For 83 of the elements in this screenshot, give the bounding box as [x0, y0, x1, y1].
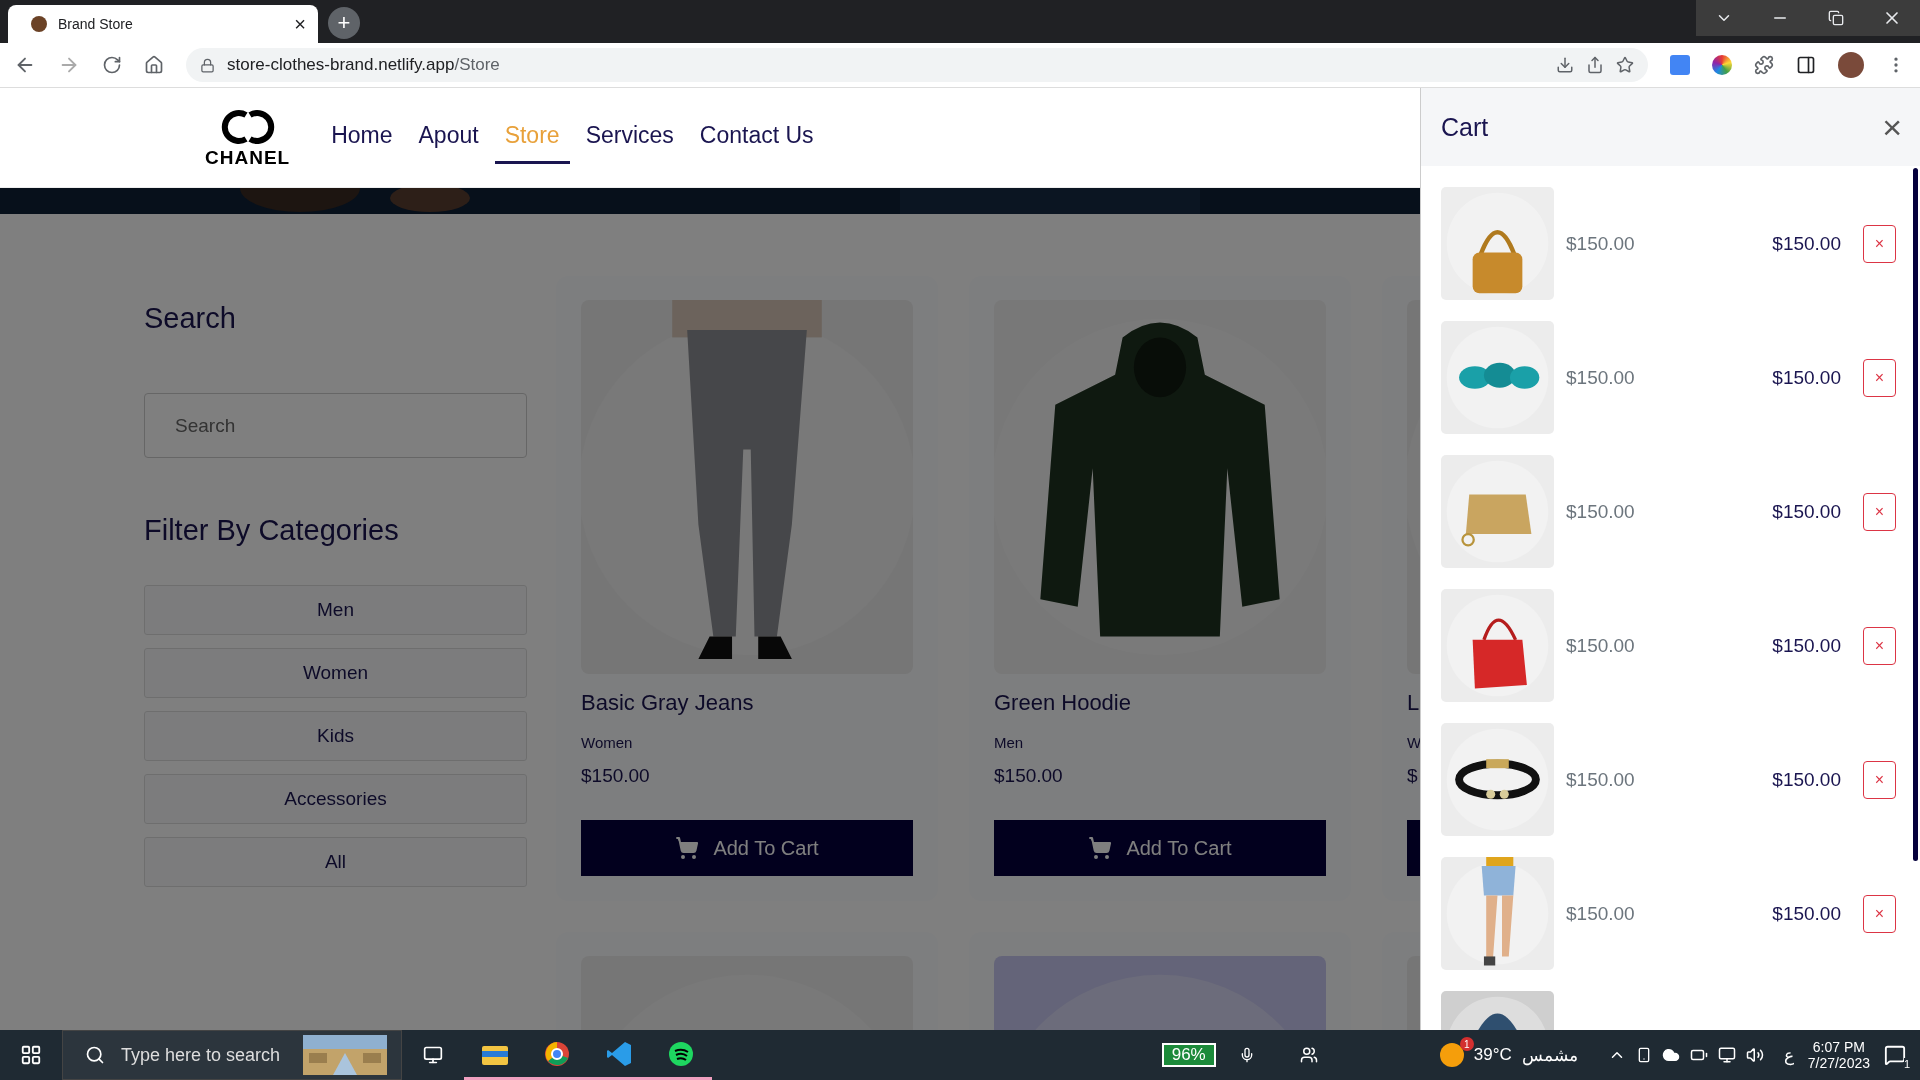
network-icon[interactable] — [1717, 1046, 1736, 1064]
cart-icon — [1088, 836, 1113, 860]
nav-link[interactable]: Home — [321, 111, 403, 164]
weather-text: مشمس — [1521, 1044, 1578, 1066]
search-icon — [85, 1045, 105, 1065]
logo-text: CHANEL — [205, 146, 291, 169]
item-price: $150.00 — [1566, 232, 1636, 255]
item-price: $150.00 — [1566, 768, 1636, 791]
extensions-icon[interactable] — [1754, 55, 1774, 75]
install-icon[interactable] — [1556, 56, 1574, 74]
remove-button[interactable]: × — [1863, 760, 1896, 799]
color-wheel-extension-icon[interactable] — [1712, 55, 1732, 75]
battery-indicator: 96% — [1161, 1043, 1216, 1067]
remove-button[interactable]: × — [1863, 894, 1896, 933]
item-total: $150.00 — [1772, 768, 1841, 791]
add-to-cart-button[interactable]: Add To Cart — [581, 820, 913, 876]
browser-tab[interactable]: Brand Store × — [8, 5, 318, 43]
music-app-icon[interactable] — [668, 1040, 694, 1067]
scrollbar[interactable] — [1913, 168, 1918, 861]
item-total: $150.00 — [1772, 634, 1841, 657]
product-price: $150.00 — [581, 765, 651, 787]
new-tab-button[interactable]: + — [328, 7, 360, 39]
chrome-icon[interactable] — [544, 1040, 570, 1067]
volume-icon[interactable] — [1745, 1046, 1764, 1064]
people-icon[interactable] — [1299, 1046, 1318, 1064]
restore-icon[interactable] — [1828, 10, 1844, 26]
weather-sun-icon[interactable] — [1439, 1043, 1464, 1067]
code-editor-icon[interactable] — [606, 1040, 632, 1067]
clock[interactable]: 6:07 PM 7/27/2023 — [1807, 1039, 1870, 1071]
cart-title: Cart — [1441, 112, 1489, 142]
bookmark-star-icon[interactable] — [1616, 56, 1634, 74]
windows-start-icon[interactable] — [20, 1044, 42, 1066]
product-title: L — [1407, 690, 1420, 716]
category-button[interactable]: Men — [144, 585, 527, 635]
category-button[interactable]: All — [144, 837, 527, 887]
url-text: store-clothes-brand.netlify.app/Store — [227, 55, 501, 75]
cart-icon — [675, 836, 700, 860]
tab-close-button[interactable]: × — [294, 12, 306, 36]
product-category: Men — [994, 734, 1025, 751]
product-price: $ — [1407, 765, 1419, 787]
product-title: Green Hoodie — [994, 690, 1132, 716]
remove-button[interactable]: × — [1863, 224, 1896, 263]
search-heading: Search — [144, 302, 237, 335]
close-button[interactable]: × — [1882, 110, 1902, 144]
item-total: $150.00 — [1772, 232, 1841, 255]
filter-heading: Filter By Categories — [144, 514, 400, 547]
temperature-text: 39°C — [1473, 1045, 1512, 1065]
add-to-cart-button[interactable]: Add To Cart — [994, 820, 1326, 876]
item-price: $150.00 — [1566, 500, 1636, 523]
product-price: $150.00 — [994, 765, 1064, 787]
notification-icon[interactable] — [1884, 1044, 1906, 1066]
profile-avatar[interactable] — [1838, 52, 1864, 78]
remove-button[interactable]: × — [1863, 626, 1896, 665]
nav-link[interactable]: Services — [575, 111, 684, 164]
side-panel-icon[interactable] — [1796, 55, 1816, 75]
cloud-icon[interactable] — [1661, 1046, 1680, 1064]
nav-link[interactable]: Contact Us — [689, 111, 824, 164]
item-total: $150.00 — [1772, 902, 1841, 925]
nav-link[interactable]: Apout — [408, 111, 489, 164]
notification-count: 1 — [1903, 1058, 1910, 1070]
home-icon[interactable] — [144, 55, 164, 75]
category-button[interactable]: Accessories — [144, 774, 527, 824]
item-price: $150.00 — [1566, 634, 1636, 657]
remove-button[interactable]: × — [1863, 358, 1896, 397]
item-price: $150.00 — [1566, 366, 1636, 389]
product-category: Women — [581, 734, 634, 751]
language-indicator[interactable]: ع — [1783, 1044, 1794, 1066]
lock-icon — [200, 57, 215, 73]
share-icon[interactable] — [1586, 56, 1604, 74]
category-button[interactable]: Women — [144, 648, 527, 698]
search-field[interactable]: Search — [144, 393, 527, 458]
item-total: $150.00 — [1772, 500, 1841, 523]
item-total: $150.00 — [1772, 366, 1841, 389]
product-title: Basic Gray Jeans — [581, 690, 755, 716]
category-button[interactable]: Kids — [144, 711, 527, 761]
favicon-icon — [30, 15, 48, 33]
tab-title: Brand Store — [58, 16, 134, 32]
task-view-icon[interactable] — [423, 1045, 443, 1065]
item-price: $150.00 — [1566, 902, 1636, 925]
remove-button[interactable]: × — [1863, 492, 1896, 531]
weather-badge: 1 — [1459, 1037, 1474, 1051]
reload-icon[interactable] — [102, 55, 122, 75]
address-bar[interactable]: store-clothes-brand.netlify.app/Store — [186, 48, 1648, 82]
